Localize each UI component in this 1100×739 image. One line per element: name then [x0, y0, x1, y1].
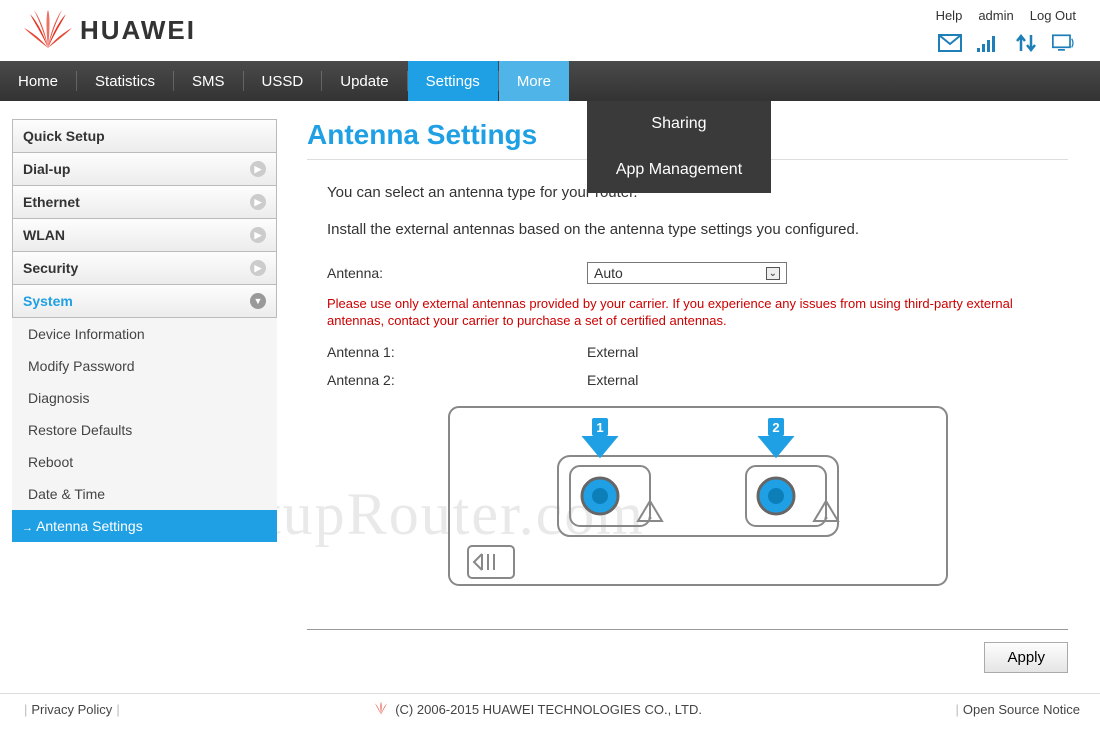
huawei-logo-icon [373, 702, 389, 716]
diagram-badge-1: 1 [596, 420, 603, 435]
nav-statistics[interactable]: Statistics [77, 61, 173, 101]
logout-link[interactable]: Log Out [1030, 8, 1076, 23]
sidebar-sub-device-info[interactable]: Device Information [12, 318, 277, 350]
mail-icon[interactable] [938, 33, 962, 53]
nav-home[interactable]: Home [0, 61, 76, 101]
antenna1-label: Antenna 1: [327, 344, 587, 360]
footer-copyright: (C) 2006-2015 HUAWEI TECHNOLOGIES CO., L… [395, 702, 702, 717]
sidebar-item-label: Security [23, 260, 78, 276]
warning-text: Please use only external antennas provid… [327, 296, 1068, 330]
sidebar-security[interactable]: Security ▶ [12, 251, 277, 285]
intro-text-2: Install the external antennas based on t… [327, 221, 1068, 238]
sidebar-sub-modify-password[interactable]: Modify Password [12, 350, 277, 382]
antenna1-value: External [587, 344, 638, 360]
updown-icon [1014, 33, 1038, 53]
chevron-down-icon: ▼ [250, 293, 266, 309]
nav-settings[interactable]: Settings [408, 61, 498, 101]
diagram-badge-2: 2 [772, 420, 779, 435]
more-dropdown: Sharing App Management [587, 101, 771, 193]
chevron-down-icon: ⌄ [766, 267, 780, 280]
admin-link[interactable]: admin [978, 8, 1013, 23]
sidebar-wlan[interactable]: WLAN ▶ [12, 218, 277, 252]
antenna-select-value: Auto [594, 265, 623, 281]
sidebar-sub-date-time[interactable]: Date & Time [12, 478, 277, 510]
sidebar-quick-setup[interactable]: Quick Setup [12, 119, 277, 153]
nav-ussd[interactable]: USSD [244, 61, 322, 101]
sidebar-item-label: Quick Setup [23, 128, 105, 144]
chevron-right-icon: ▶ [250, 260, 266, 276]
antenna-diagram: 1 2 [448, 406, 948, 589]
main-nav: Home Statistics SMS USSD Update Settings… [0, 61, 1100, 101]
sidebar-sub-reboot[interactable]: Reboot [12, 446, 277, 478]
signal-icon [976, 33, 1000, 53]
sidebar-item-label: Dial-up [23, 161, 70, 177]
help-link[interactable]: Help [936, 8, 963, 23]
sidebar-dialup[interactable]: Dial-up ▶ [12, 152, 277, 186]
antenna2-value: External [587, 372, 638, 388]
sidebar-item-label: Ethernet [23, 194, 80, 210]
dropdown-app-management[interactable]: App Management [587, 147, 771, 193]
apply-button[interactable]: Apply [984, 642, 1068, 673]
sidebar: Quick Setup Dial-up ▶ Ethernet ▶ WLAN ▶ Sec… [12, 119, 277, 673]
brand-text: HUAWEI [80, 15, 196, 46]
sidebar-item-label: System [23, 293, 73, 309]
nav-sms[interactable]: SMS [174, 61, 243, 101]
antenna2-label: Antenna 2: [327, 372, 587, 388]
sidebar-item-label: WLAN [23, 227, 65, 243]
footer-privacy[interactable]: Privacy Policy [31, 702, 112, 717]
sidebar-sub-antenna-settings[interactable]: Antenna Settings [12, 510, 277, 542]
huawei-logo-icon [24, 10, 72, 52]
footer-oss[interactable]: Open Source Notice [963, 702, 1080, 717]
sidebar-sub-diagnosis[interactable]: Diagnosis [12, 382, 277, 414]
antenna-select[interactable]: Auto ⌄ [587, 262, 787, 284]
nav-update[interactable]: Update [322, 61, 406, 101]
sidebar-system[interactable]: System ▼ [12, 284, 277, 318]
chevron-right-icon: ▶ [250, 194, 266, 210]
monitor-icon [1052, 33, 1076, 53]
nav-more[interactable]: More [499, 61, 569, 101]
dropdown-sharing[interactable]: Sharing [587, 101, 771, 147]
sidebar-ethernet[interactable]: Ethernet ▶ [12, 185, 277, 219]
sidebar-sub-restore-defaults[interactable]: Restore Defaults [12, 414, 277, 446]
antenna-label: Antenna: [327, 265, 587, 281]
chevron-right-icon: ▶ [250, 161, 266, 177]
brand-logo-area: HUAWEI [24, 10, 196, 52]
chevron-right-icon: ▶ [250, 227, 266, 243]
